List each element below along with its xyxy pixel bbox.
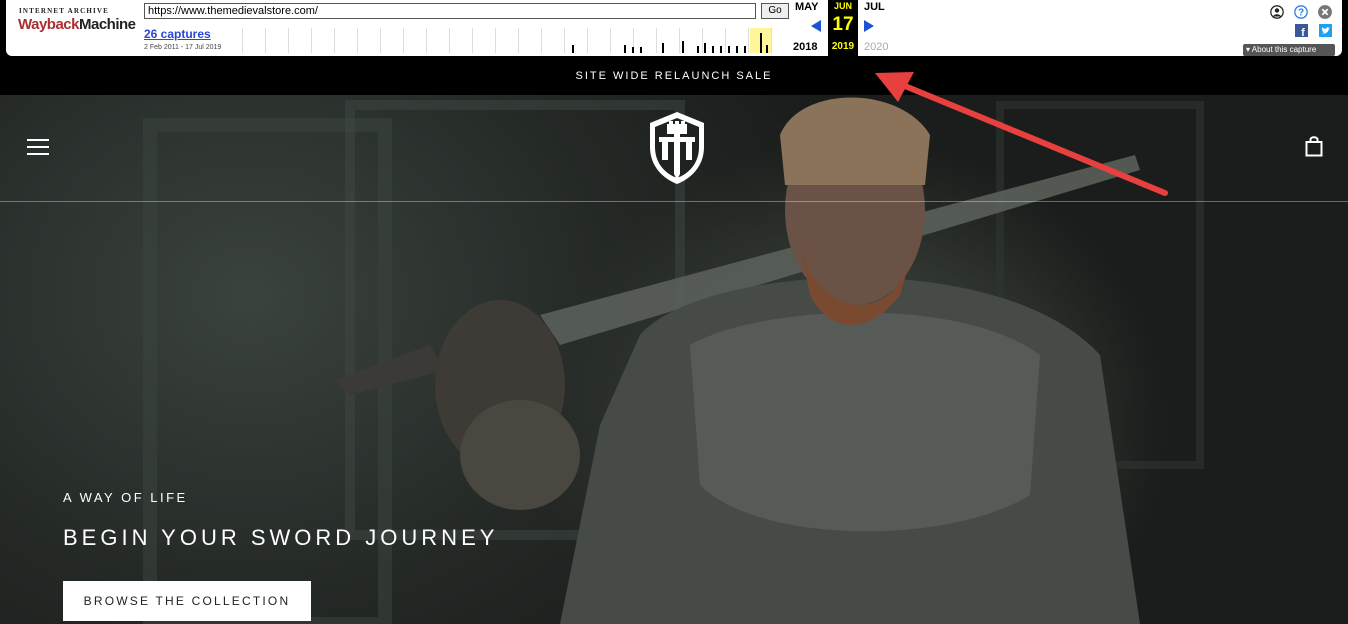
sparkline-capture-tick bbox=[682, 41, 684, 53]
wayback-captures-link[interactable]: 26 captures bbox=[144, 27, 211, 41]
sparkline-grid-line bbox=[541, 28, 542, 53]
wayback-url-input[interactable]: https://www.themedievalstore.com/ bbox=[144, 3, 756, 19]
sparkline-capture-tick bbox=[572, 45, 574, 53]
wayback-current-year: 2019 bbox=[831, 41, 855, 52]
prev-capture-arrow-icon[interactable] bbox=[811, 20, 821, 32]
sparkline-grid-line bbox=[564, 28, 565, 53]
sparkline-grid-line bbox=[403, 28, 404, 53]
sparkline-capture-tick bbox=[704, 43, 706, 53]
sparkline-capture-tick bbox=[712, 46, 714, 53]
help-icon[interactable]: ? bbox=[1294, 5, 1308, 19]
sparkline-grid-line bbox=[265, 28, 266, 53]
sparkline-grid-line bbox=[725, 28, 726, 53]
hamburger-menu-icon[interactable] bbox=[27, 139, 49, 155]
announcement-text[interactable]: SITE WIDE RELAUNCH SALE bbox=[576, 70, 773, 82]
wayback-go-button[interactable]: Go bbox=[761, 3, 789, 19]
about-capture-label: About this capture bbox=[1251, 45, 1317, 54]
sparkline-grid-line bbox=[472, 28, 473, 53]
sparkline-capture-tick bbox=[736, 46, 738, 53]
wayback-logo-ia-text: INTERNET ARCHIVE bbox=[18, 7, 110, 15]
sparkline-grid-line bbox=[771, 28, 772, 53]
sparkline-capture-tick bbox=[760, 33, 762, 53]
wayback-next-month[interactable]: JUL bbox=[864, 1, 885, 13]
sparkline-capture-tick bbox=[624, 45, 626, 53]
sparkline-grid-line bbox=[679, 28, 680, 53]
sparkline-capture-tick bbox=[640, 47, 642, 53]
announcement-bar: SITE WIDE RELAUNCH SALE bbox=[0, 59, 1348, 95]
sparkline-grid-line bbox=[610, 28, 611, 53]
wayback-prev-year[interactable]: 2018 bbox=[793, 41, 817, 53]
wayback-date-range: 2 Feb 2011 - 17 Jul 2019 bbox=[144, 44, 222, 51]
wayback-toolbar: INTERNET ARCHIVE WaybackMachine https://… bbox=[0, 0, 1348, 59]
sparkline-grid-line bbox=[357, 28, 358, 53]
wayback-current-month: JUN bbox=[833, 1, 852, 11]
hero-section: A WAY OF LIFE BEGIN YOUR SWORD JOURNEY B… bbox=[0, 95, 1348, 624]
sparkline-grid-line bbox=[587, 28, 588, 53]
user-icon[interactable] bbox=[1270, 5, 1284, 19]
sparkline-grid-line bbox=[380, 28, 381, 53]
shopping-bag-icon[interactable] bbox=[1305, 135, 1323, 157]
hero-headline: BEGIN YOUR SWORD JOURNEY bbox=[63, 525, 499, 550]
next-capture-arrow-icon[interactable] bbox=[864, 20, 874, 32]
sparkline-capture-tick bbox=[697, 46, 699, 53]
sparkline-capture-tick bbox=[632, 47, 634, 53]
sparkline-grid-line bbox=[518, 28, 519, 53]
sparkline-grid-line bbox=[242, 28, 243, 53]
sparkline-grid-line bbox=[449, 28, 450, 53]
sparkline-grid-line bbox=[288, 28, 289, 53]
wayback-current-date: JUN 17 2019 bbox=[828, 0, 858, 56]
sparkline-capture-tick bbox=[744, 46, 746, 53]
sparkline-capture-tick bbox=[720, 46, 722, 53]
sparkline-capture-tick bbox=[766, 45, 768, 53]
wayback-capture-sparkline[interactable] bbox=[242, 28, 795, 53]
wayback-logo-way: Wayback bbox=[18, 16, 79, 33]
hero-eyebrow: A WAY OF LIFE bbox=[63, 490, 188, 505]
wayback-logo[interactable]: INTERNET ARCHIVE WaybackMachine bbox=[18, 7, 136, 51]
sparkline-grid-line bbox=[702, 28, 703, 53]
sparkline-capture-tick bbox=[728, 46, 730, 53]
wayback-current-day: 17 bbox=[832, 14, 854, 35]
close-icon[interactable] bbox=[1318, 5, 1332, 19]
sparkline-grid-line bbox=[311, 28, 312, 53]
svg-text:?: ? bbox=[1298, 8, 1304, 19]
sparkline-grid-line bbox=[334, 28, 335, 53]
about-capture-button[interactable]: ▾ About this capture bbox=[1243, 44, 1335, 56]
wayback-next-year[interactable]: 2020 bbox=[864, 41, 888, 53]
svg-text:f: f bbox=[1301, 27, 1305, 37]
header-divider bbox=[0, 201, 1348, 202]
wayback-logo-wordmark: WaybackMachine bbox=[18, 16, 136, 33]
facebook-icon[interactable]: f bbox=[1295, 24, 1308, 37]
sparkline-grid-line bbox=[495, 28, 496, 53]
sparkline-grid-line bbox=[426, 28, 427, 53]
shield-castle-sword-logo[interactable] bbox=[648, 109, 706, 185]
browse-collection-button[interactable]: BROWSE THE COLLECTION bbox=[63, 581, 311, 621]
sparkline-grid-line bbox=[748, 28, 749, 53]
wayback-prev-month[interactable]: MAY bbox=[795, 1, 818, 13]
wayback-logo-machine: Machine bbox=[78, 16, 136, 33]
sparkline-grid-line bbox=[656, 28, 657, 53]
sparkline-capture-tick bbox=[662, 43, 664, 53]
wayback-toolbar-panel: INTERNET ARCHIVE WaybackMachine https://… bbox=[6, 0, 1342, 56]
twitter-icon[interactable] bbox=[1319, 24, 1332, 37]
